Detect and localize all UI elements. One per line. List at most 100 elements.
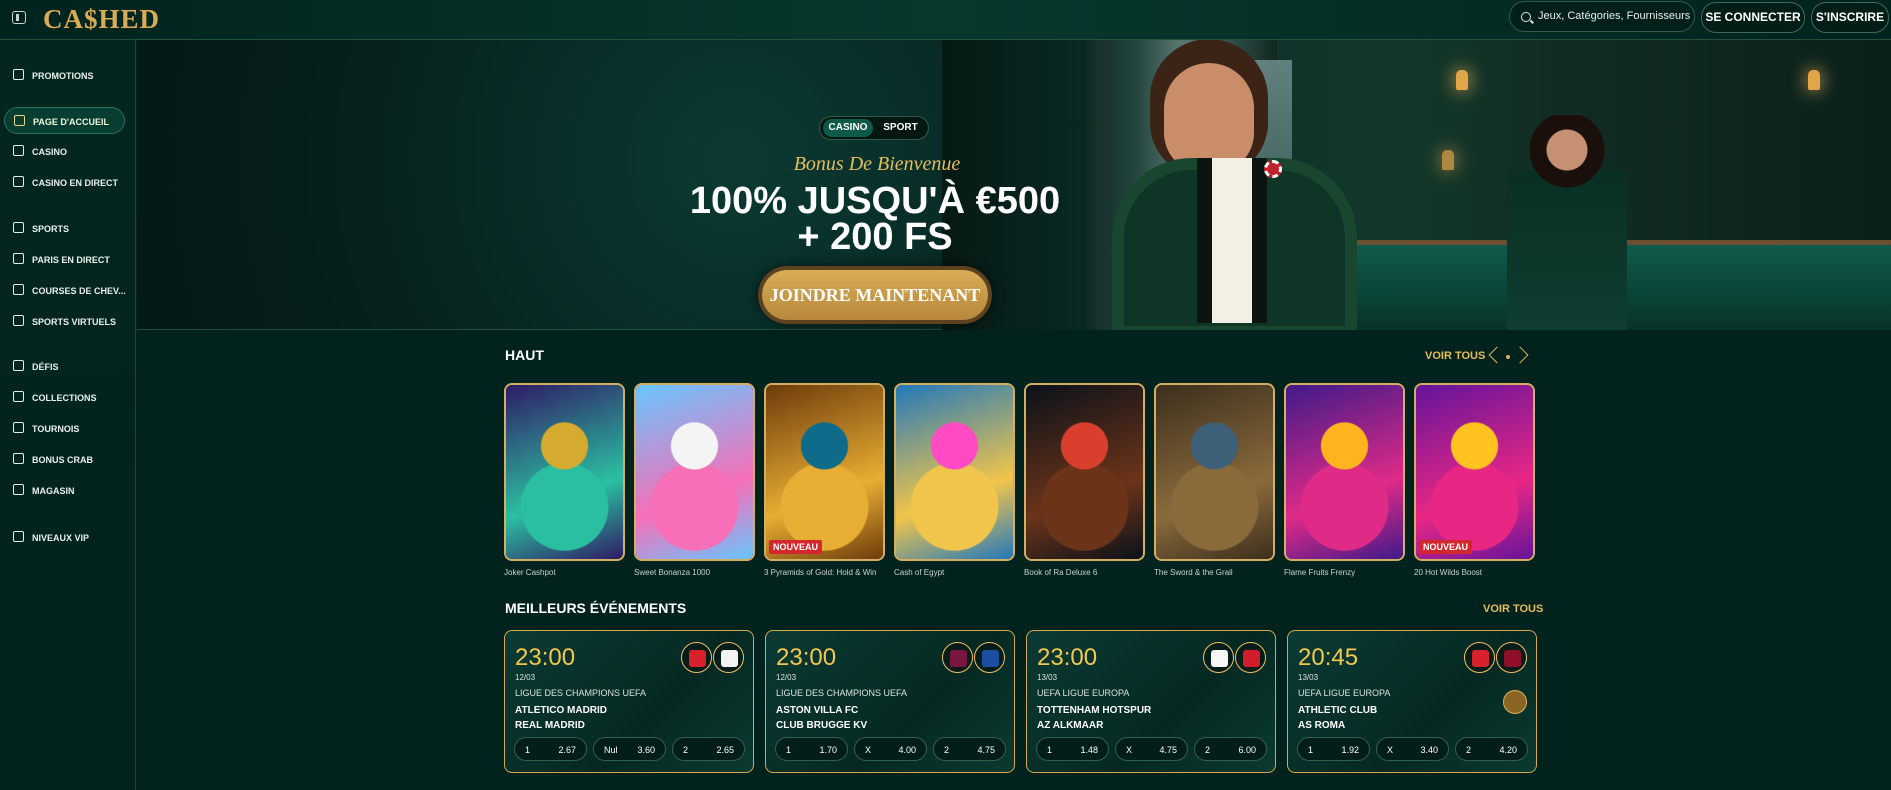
sidebar-item-label: PAGE D'ACCUEIL <box>33 117 109 127</box>
event-card[interactable]: 23:00 12/03 LIGUE DES CHAMPIONS UEFA ATL… <box>504 630 754 773</box>
join-now-button[interactable]: JOINDRE MAINTENANT <box>762 270 988 320</box>
register-button[interactable]: S'INSCRIRE <box>1811 2 1889 33</box>
sidebar-item-niveaux-vip[interactable]: NIVEAUX VIP <box>4 524 125 551</box>
odds-button[interactable]: 1 1.48 <box>1036 737 1109 761</box>
odds-label: 1 <box>786 745 792 755</box>
casino-sport-switch[interactable]: CASINO SPORT <box>819 116 929 140</box>
event-time: 20:45 <box>1298 644 1359 671</box>
odds-label: 1 <box>525 745 531 755</box>
odds-row: 1 1.48 X 4.75 2 6.00 <box>1036 737 1267 761</box>
game-title[interactable]: Flame Fruits Frenzy <box>1284 568 1404 577</box>
game-thumbnail <box>896 385 1013 559</box>
game-card[interactable] <box>1154 383 1275 561</box>
event-card[interactable]: 23:00 12/03 LIGUE DES CHAMPIONS UEFA AST… <box>765 630 1015 773</box>
top-games-see-all-link[interactable]: VOIR TOUS <box>1425 350 1485 362</box>
sidebar-toggle-icon[interactable] <box>12 11 26 24</box>
sidebar-item-label: SPORTS VIRTUELS <box>32 317 117 327</box>
game-thumbnail <box>636 385 753 559</box>
odds-value: 1.48 <box>1080 745 1098 755</box>
game-title[interactable]: Book of Ra Deluxe 6 <box>1024 568 1144 577</box>
sidebar: PROMOTIONS PAGE D'ACCUEIL CASINO CASINO EN … <box>0 40 136 790</box>
home-jersey-icon <box>1203 642 1234 673</box>
sidebar-item-d-fis[interactable]: DÉFIS <box>4 353 125 380</box>
sidebar-item-courses-de-chev[interactable]: COURSES DE CHEV... <box>4 277 126 304</box>
best-events-title: MEILLEURS ÉVÉNEMENTS <box>505 600 687 616</box>
game-title[interactable]: 3 Pyramids of Gold: Hold & Win <box>764 568 884 577</box>
sidebar-item-label: COLLECTIONS <box>32 393 97 403</box>
tab-sport[interactable]: SPORT <box>877 119 924 137</box>
odds-value: 3.40 <box>1420 745 1438 755</box>
odds-button[interactable]: 2 4.20 <box>1455 737 1528 761</box>
odds-label: 2 <box>1466 745 1472 755</box>
next-arrow-icon[interactable] <box>1511 346 1529 364</box>
odds-button[interactable]: 1 2.67 <box>514 737 587 761</box>
game-card[interactable] <box>1024 383 1145 561</box>
odds-value: 6.00 <box>1238 745 1256 755</box>
away-team: AS ROMA <box>1298 720 1346 731</box>
odds-value: 4.75 <box>1159 745 1177 755</box>
events-see-all-link[interactable]: VOIR TOUS <box>1483 603 1543 615</box>
odds-button[interactable]: 2 6.00 <box>1194 737 1267 761</box>
odds-label: 1 <box>1047 745 1053 755</box>
search-icon <box>1521 12 1531 22</box>
odds-button[interactable]: 2 4.75 <box>933 737 1006 761</box>
event-league: LIGUE DES CHAMPIONS UEFA <box>776 688 908 698</box>
game-title[interactable]: Joker Cashpot <box>504 568 624 577</box>
odds-button[interactable]: 1 1.92 <box>1297 737 1370 761</box>
odds-button[interactable]: X 4.75 <box>1115 737 1188 761</box>
slot-machine-icon <box>13 145 24 156</box>
game-card[interactable]: NOUVEAU <box>764 383 885 561</box>
game-title[interactable]: Cash of Egypt <box>894 568 1014 577</box>
event-time: 23:00 <box>515 644 576 671</box>
game-card[interactable] <box>894 383 1015 561</box>
sidebar-item-paris-en-direct[interactable]: PARIS EN DIRECT <box>4 246 125 273</box>
game-title[interactable]: Sweet Bonanza 1000 <box>634 568 754 577</box>
game-card[interactable] <box>1284 383 1405 561</box>
brand-logo[interactable]: CA$HED <box>43 4 160 35</box>
odds-button[interactable]: 1 1.70 <box>775 737 848 761</box>
sidebar-item-label: NIVEAUX VIP <box>32 533 90 543</box>
event-date: 13/03 <box>1298 673 1319 682</box>
events-next-button[interactable] <box>1503 690 1527 714</box>
sidebar-item-label: DÉFIS <box>32 362 59 372</box>
sidebar-item-tournois[interactable]: TOURNOIS <box>4 415 125 442</box>
new-badge: NOUVEAU <box>1419 540 1473 554</box>
sidebar-item-bonus-crab[interactable]: BONUS CRAB <box>4 446 125 473</box>
sidebar-item-casino-en-direct[interactable]: CASINO EN DIRECT <box>4 169 125 196</box>
odds-label: 2 <box>1205 745 1211 755</box>
login-button[interactable]: SE CONNECTER <box>1701 2 1805 33</box>
sidebar-item-sports[interactable]: SPORTS <box>4 215 125 242</box>
odds-button[interactable]: X 4.00 <box>854 737 927 761</box>
game-card[interactable]: NOUVEAU <box>1414 383 1535 561</box>
search-input[interactable]: Jeux, Catégories, Fournisseurs <box>1509 1 1695 32</box>
soccer-ball-icon <box>13 222 24 233</box>
odds-button[interactable]: 2 2.65 <box>672 737 745 761</box>
odds-button[interactable]: X 3.40 <box>1376 737 1449 761</box>
game-title[interactable]: 20 Hot Wilds Boost <box>1414 568 1534 577</box>
odds-value: 4.75 <box>977 745 995 755</box>
hero-casino-illustration <box>942 40 1891 330</box>
collections-icon <box>13 391 24 402</box>
tab-casino[interactable]: CASINO <box>823 119 873 137</box>
sidebar-item-page-d-accueil[interactable]: PAGE D'ACCUEIL <box>4 107 125 134</box>
game-card[interactable] <box>504 383 625 561</box>
previous-arrow-icon[interactable] <box>1488 346 1506 364</box>
home-team: TOTTENHAM HOTSPUR <box>1037 705 1152 716</box>
event-date: 13/03 <box>1037 673 1058 682</box>
away-jersey-icon <box>1235 642 1266 673</box>
poker-chip-icon <box>1264 160 1282 178</box>
home-team: ATHLETIC CLUB <box>1298 705 1378 716</box>
game-title[interactable]: The Sword & the Grail <box>1154 568 1274 577</box>
sidebar-item-collections[interactable]: COLLECTIONS <box>4 384 125 411</box>
event-card[interactable]: 23:00 13/03 UEFA LIGUE EUROPA TOTTENHAM … <box>1026 630 1276 773</box>
sidebar-item-sports-virtuels[interactable]: SPORTS VIRTUELS <box>4 308 125 335</box>
sidebar-item-magasin[interactable]: MAGASIN <box>4 477 125 504</box>
event-card[interactable]: 20:45 13/03 UEFA LIGUE EUROPA ATHLETIC C… <box>1287 630 1537 773</box>
game-thumbnail <box>1416 385 1533 559</box>
game-card[interactable] <box>634 383 755 561</box>
odds-button[interactable]: Nul 3.60 <box>593 737 666 761</box>
sidebar-item-casino[interactable]: CASINO <box>4 138 125 165</box>
sidebar-item-promotions[interactable]: PROMOTIONS <box>4 62 125 89</box>
event-date: 12/03 <box>515 673 536 682</box>
shop-basket-icon <box>13 484 24 495</box>
